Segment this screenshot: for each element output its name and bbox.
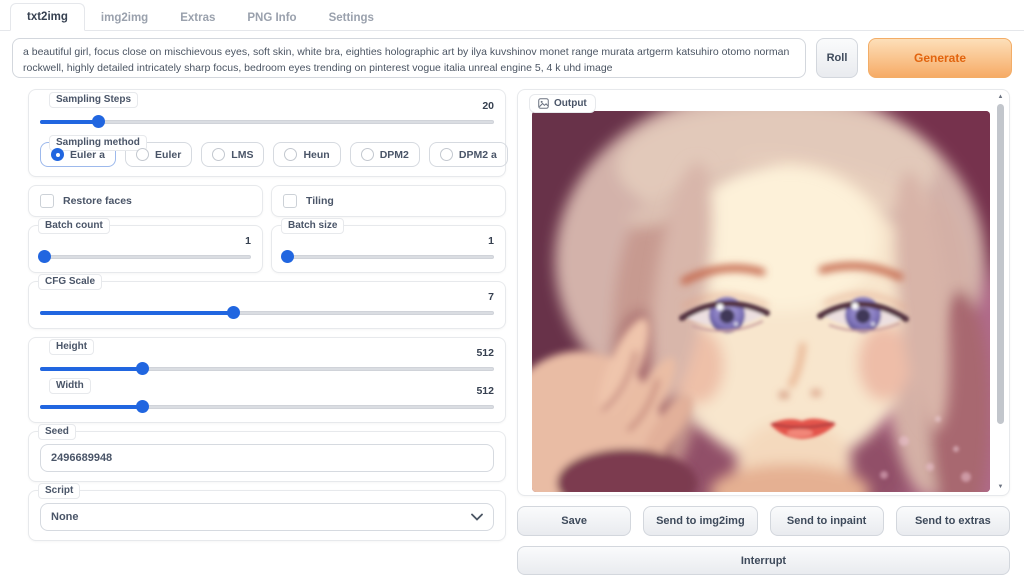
height-label: Height: [49, 339, 94, 355]
sampling-method-field: Sampling method Euler a Euler LMS Heun D…: [40, 142, 494, 167]
sampling-method-label: Sampling method: [49, 135, 147, 151]
tiling-field: Tiling: [271, 185, 506, 217]
height-value: 512: [40, 347, 494, 359]
send-to-inpaint-button[interactable]: Send to inpaint: [770, 506, 884, 536]
batch-count-label: Batch count: [38, 218, 110, 234]
tab-png-info[interactable]: PNG Info: [231, 5, 312, 31]
interrupt-button[interactable]: Interrupt: [517, 546, 1010, 575]
radio-dot-icon: [361, 148, 374, 161]
slider-handle[interactable]: [92, 115, 105, 128]
radio-dot-icon: [440, 148, 453, 161]
script-select[interactable]: None: [40, 503, 494, 531]
batch-size-label: Batch size: [281, 218, 344, 234]
slider-handle[interactable]: [281, 250, 294, 263]
send-to-extras-button[interactable]: Send to extras: [896, 506, 1010, 536]
width-label: Width: [49, 378, 91, 394]
sampling-group: Sampling Steps 20 Sampling method Euler …: [28, 89, 506, 177]
batch-count-value: 1: [40, 235, 251, 247]
output-column: Output: [517, 89, 1010, 575]
output-tag: Output: [529, 94, 596, 113]
tab-txt2img[interactable]: txt2img: [10, 3, 85, 31]
cfg-scale-field: CFG Scale 7: [28, 281, 506, 329]
output-actions: Save Send to img2img Send to inpaint Sen…: [517, 506, 1010, 536]
slider-handle[interactable]: [136, 362, 149, 375]
width-value: 512: [40, 385, 494, 397]
save-button[interactable]: Save: [517, 506, 631, 536]
output-panel: Output: [517, 89, 1010, 496]
height-field: Height 512: [40, 347, 494, 375]
height-slider[interactable]: [40, 362, 494, 375]
radio-dpm2-a[interactable]: DPM2 a: [429, 142, 508, 167]
image-icon: [538, 98, 549, 109]
top-tab-bar: txt2img img2img Extras PNG Info Settings: [0, 0, 1024, 31]
script-selected-value: None: [51, 511, 79, 523]
generate-button[interactable]: Generate: [868, 38, 1012, 78]
sampling-steps-label: Sampling Steps: [49, 92, 138, 108]
cfg-scale-value: 7: [40, 291, 494, 303]
restore-faces-label: Restore faces: [63, 195, 132, 207]
tiling-checkbox[interactable]: [283, 194, 297, 208]
radio-label: Heun: [303, 149, 329, 161]
batch-size-field: Batch size 1: [271, 225, 506, 273]
generated-image: [532, 111, 990, 492]
scrollbar-thumb[interactable]: [997, 104, 1004, 424]
radio-dot-icon: [51, 148, 64, 161]
send-to-img2img-button[interactable]: Send to img2img: [643, 506, 757, 536]
batch-count-field: Batch count 1: [28, 225, 263, 273]
sampling-steps-slider[interactable]: [40, 115, 494, 128]
radio-dot-icon: [136, 148, 149, 161]
prompt-input[interactable]: a beautiful girl, focus close on mischie…: [12, 38, 806, 78]
roll-button[interactable]: Roll: [816, 38, 858, 78]
prompt-row: a beautiful girl, focus close on mischie…: [0, 31, 1024, 86]
cfg-scale-label: CFG Scale: [38, 274, 102, 290]
output-label: Output: [554, 98, 587, 109]
tab-extras[interactable]: Extras: [164, 5, 231, 31]
seed-label: Seed: [38, 424, 76, 440]
size-group: Height 512 Width 512: [28, 337, 506, 423]
radio-label: DPM2: [380, 149, 409, 161]
tab-img2img[interactable]: img2img: [85, 5, 164, 31]
script-label: Script: [38, 483, 80, 499]
radio-label: DPM2 a: [459, 149, 497, 161]
seed-field: Seed: [28, 431, 506, 482]
width-slider[interactable]: [40, 400, 494, 413]
sampling-steps-field: Sampling Steps 20: [40, 100, 494, 128]
radio-dot-icon: [284, 148, 297, 161]
slider-handle[interactable]: [38, 250, 51, 263]
txt2img-app: txt2img img2img Extras PNG Info Settings…: [0, 0, 1024, 575]
batch-size-slider[interactable]: [283, 250, 494, 263]
radio-heun[interactable]: Heun: [273, 142, 340, 167]
radio-label: Euler: [155, 149, 181, 161]
radio-lms[interactable]: LMS: [201, 142, 264, 167]
restore-faces-checkbox[interactable]: [40, 194, 54, 208]
slider-handle[interactable]: [227, 306, 240, 319]
seed-input[interactable]: [40, 444, 494, 472]
slider-handle[interactable]: [136, 400, 149, 413]
radio-label: LMS: [231, 149, 253, 161]
script-field: Script None: [28, 490, 506, 541]
radio-dpm2[interactable]: DPM2: [350, 142, 420, 167]
scroll-down-icon[interactable]: ▼: [998, 483, 1004, 492]
batch-size-value: 1: [283, 235, 494, 247]
width-field: Width 512: [40, 385, 494, 413]
cfg-scale-slider[interactable]: [40, 306, 494, 319]
radio-dot-icon: [212, 148, 225, 161]
chevron-down-icon: [471, 513, 483, 521]
settings-column: Sampling Steps 20 Sampling method Euler …: [28, 89, 506, 575]
restore-faces-field: Restore faces: [28, 185, 263, 217]
batch-count-slider[interactable]: [40, 250, 251, 263]
scroll-up-icon[interactable]: ▲: [998, 93, 1004, 102]
tab-settings[interactable]: Settings: [313, 5, 390, 31]
output-scrollbar[interactable]: ▲ ▼: [995, 93, 1006, 492]
tiling-label: Tiling: [306, 195, 334, 207]
